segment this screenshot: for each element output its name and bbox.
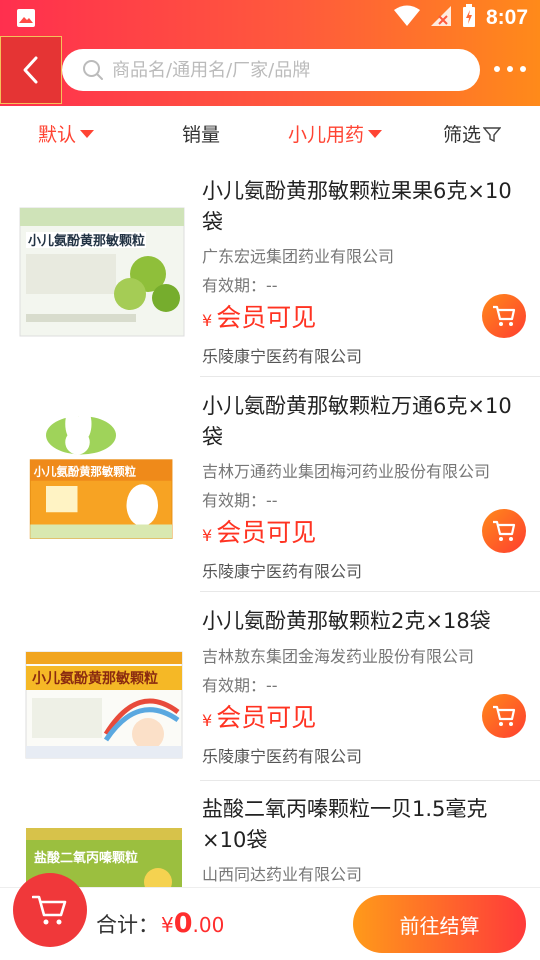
back-button[interactable] <box>0 36 62 104</box>
product-seller: 乐陵康宁医药有限公司 <box>202 562 363 581</box>
total-label: 合计： <box>96 913 159 937</box>
chevron-left-icon <box>23 56 38 84</box>
add-to-cart-button[interactable] <box>482 509 526 553</box>
checkout-button[interactable]: 前往结算 <box>353 895 526 953</box>
currency-symbol: ¥ <box>202 711 213 730</box>
product-manufacturer: 吉林万通药业集团梅河药业股份有限公司 <box>202 462 491 481</box>
price-text: 会员可见 <box>216 703 317 732</box>
list-item[interactable]: 盐酸二氧丙嗪颗粒 盐酸二氧丙嗪颗粒一贝1.5毫克×10袋 山西同达药业有限公司 <box>0 780 540 887</box>
battery-charging-icon <box>462 4 476 32</box>
list-item[interactable]: 小儿氨酚黄那敏颗粒 小儿氨酚黄那敏颗粒果果6克×10袋 广东宏远集团药业有限公司… <box>0 162 540 377</box>
list-item[interactable]: 小儿氨酚黄那敏颗粒 小儿氨酚黄那敏颗粒万通6克×10袋 吉林万通药业集团梅河药业… <box>0 377 540 592</box>
currency-symbol: ¥ <box>202 526 213 545</box>
product-price: ¥ 会员可见 <box>202 513 316 549</box>
caret-down-icon <box>368 129 383 138</box>
total-integer: 0 <box>173 908 193 939</box>
cart-total: 合计： ¥ 0 .00 <box>96 908 224 939</box>
status-time: 8:07 <box>485 6 528 29</box>
product-name[interactable]: 小儿氨酚黄那敏颗粒万通6克×10袋 <box>202 391 522 453</box>
image-icon <box>16 8 36 32</box>
product-manufacturer: 山西同达药业有限公司 <box>202 865 363 884</box>
price-text: 会员可见 <box>216 303 317 332</box>
product-name[interactable]: 小儿氨酚黄那敏颗粒2克×18袋 <box>202 606 522 637</box>
funnel-icon <box>483 126 502 142</box>
filter-bar: 默认 销量 小儿用药 筛选 <box>0 106 540 162</box>
product-seller: 乐陵康宁医药有限公司 <box>202 747 363 766</box>
price-text: 会员可见 <box>216 518 317 547</box>
product-name[interactable]: 盐酸二氧丙嗪颗粒一贝1.5毫克×10袋 <box>202 794 522 856</box>
more-button[interactable] <box>494 58 526 80</box>
filter-category[interactable]: 小儿用药 <box>288 120 383 147</box>
signal-icon <box>430 5 452 31</box>
currency-symbol: ¥ <box>161 913 174 937</box>
add-to-cart-button[interactable] <box>482 294 526 338</box>
search-bar[interactable] <box>62 49 480 91</box>
shopping-cart-icon <box>493 305 516 326</box>
status-bar: 8:07 <box>0 0 540 36</box>
product-image[interactable]: 小儿氨酚黄那敏颗粒 <box>18 402 186 542</box>
filter-default-label: 默认 <box>38 124 77 146</box>
product-manufacturer: 吉林敖东集团金海发药业股份有限公司 <box>202 647 475 666</box>
currency-symbol: ¥ <box>202 311 213 330</box>
product-expiry: 有效期：-- <box>202 676 278 695</box>
product-image[interactable]: 小儿氨酚黄那敏颗粒 <box>18 632 186 772</box>
shopping-cart-icon <box>493 520 516 541</box>
product-image[interactable]: 小儿氨酚黄那敏颗粒 <box>18 202 186 342</box>
filter-default[interactable]: 默认 <box>38 120 95 147</box>
product-name[interactable]: 小儿氨酚黄那敏颗粒果果6克×10袋 <box>202 176 522 238</box>
search-icon <box>83 60 103 80</box>
search-input[interactable] <box>112 59 432 81</box>
box-label: 盐酸二氧丙嗪颗粒 <box>34 850 138 866</box>
list-item[interactable]: 小儿氨酚黄那敏颗粒 小儿氨酚黄那敏颗粒2克×18袋 吉林敖东集团金海发药业股份有… <box>0 592 540 807</box>
filter-category-label: 小儿用药 <box>288 124 365 146</box>
box-label: 小儿氨酚黄那敏颗粒 <box>32 670 158 687</box>
filter-sales-label: 销量 <box>182 124 221 146</box>
product-manufacturer: 广东宏远集团药业有限公司 <box>202 247 395 266</box>
product-price: ¥ 会员可见 <box>202 698 316 734</box>
product-expiry: 有效期：-- <box>202 491 278 510</box>
add-to-cart-button[interactable] <box>482 694 526 738</box>
product-price: ¥ 会员可见 <box>202 298 316 334</box>
caret-down-icon <box>80 129 95 138</box>
product-list: 小儿氨酚黄那敏颗粒 小儿氨酚黄那敏颗粒果果6克×10袋 广东宏远集团药业有限公司… <box>0 162 540 887</box>
total-decimal: .00 <box>192 913 225 937</box>
filter-screen-label: 筛选 <box>443 124 482 146</box>
filter-sales[interactable]: 销量 <box>182 120 220 147</box>
wifi-icon <box>393 5 420 31</box>
product-seller: 乐陵康宁医药有限公司 <box>202 347 363 366</box>
box-label: 小儿氨酚黄那敏颗粒 <box>28 233 145 249</box>
shopping-cart-icon <box>32 895 67 925</box>
shopping-cart-icon <box>493 705 516 726</box>
filter-screen[interactable]: 筛选 <box>443 120 502 147</box>
box-label: 小儿氨酚黄那敏颗粒 <box>33 465 137 479</box>
more-dots-icon <box>494 66 500 72</box>
product-expiry: 有效期：-- <box>202 276 278 295</box>
cart-button[interactable] <box>13 873 87 947</box>
